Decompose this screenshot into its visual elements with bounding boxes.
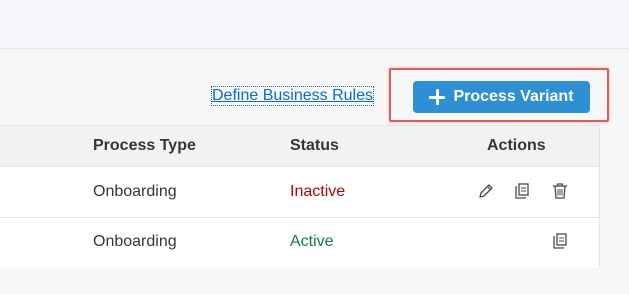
add-process-variant-button[interactable]: Process Variant <box>413 81 590 113</box>
add-process-variant-label: Process Variant <box>453 88 574 105</box>
table-row[interactable]: Onboarding Active <box>0 218 599 268</box>
page-background <box>600 125 629 294</box>
cell-status: Inactive <box>290 183 346 200</box>
edit-icon[interactable] <box>474 179 498 203</box>
cell-process-type: Onboarding <box>93 233 177 250</box>
copy-icon[interactable] <box>510 179 534 203</box>
column-header-status[interactable]: Status <box>290 137 339 155</box>
process-variants-table: Process Type Status Actions Onboarding I… <box>0 125 600 268</box>
copy-icon[interactable] <box>548 229 572 253</box>
header-band <box>0 0 629 49</box>
column-header-actions: Actions <box>487 137 546 154</box>
cell-process-type: Onboarding <box>93 183 177 200</box>
delete-icon[interactable] <box>548 179 572 203</box>
column-header-process-type[interactable]: Process Type <box>93 137 196 155</box>
cell-status: Active <box>290 233 334 250</box>
table-row[interactable]: Onboarding Inactive <box>0 168 599 218</box>
define-business-rules-link[interactable]: Define Business Rules <box>211 86 374 106</box>
table-header: Process Type Status Actions <box>0 126 599 167</box>
plus-icon <box>429 89 446 105</box>
